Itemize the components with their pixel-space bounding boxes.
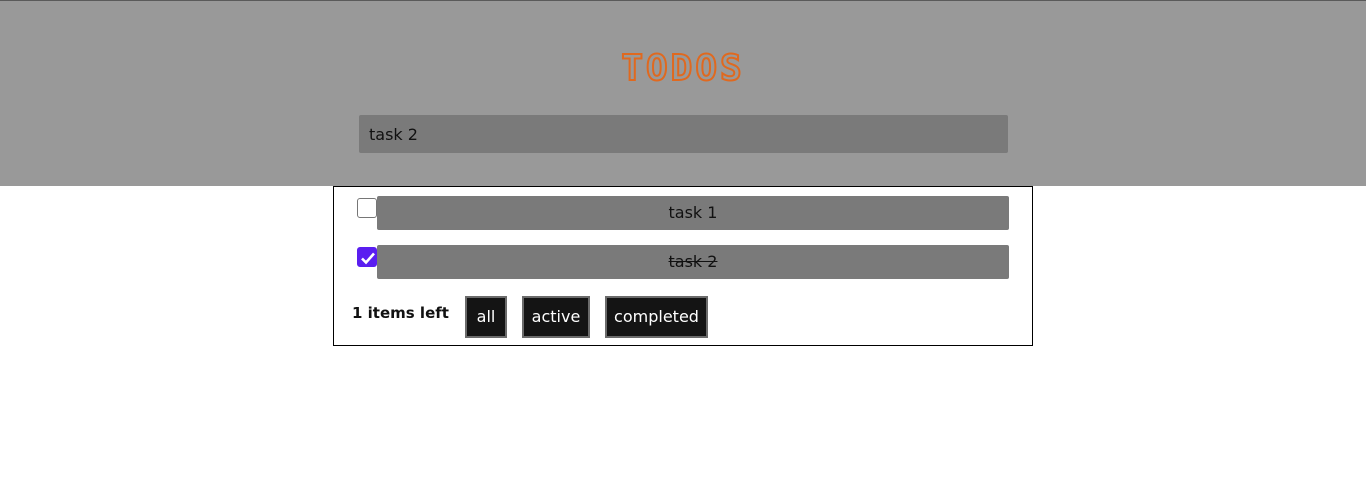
app-header: TODOS [0,0,1366,186]
filter-completed-button[interactable]: completed [605,296,708,338]
todo-item: task 2 [357,245,1010,279]
filter-active-button[interactable]: active [522,296,590,338]
filter-all-button[interactable]: all [465,296,507,338]
todo-label[interactable]: task 2 [377,245,1009,279]
todo-checkbox[interactable] [357,198,377,218]
app-logo: TODOS [620,48,745,90]
todo-item: task 1 [357,196,1010,230]
todo-label[interactable]: task 1 [377,196,1009,230]
todo-list-panel: task 1 task 2 1 items left all active co… [333,186,1033,346]
checkmark-icon [361,252,375,265]
items-left-count: 1 items left [352,304,449,322]
new-todo-input[interactable] [359,115,1008,153]
todo-checkbox[interactable] [357,247,377,267]
